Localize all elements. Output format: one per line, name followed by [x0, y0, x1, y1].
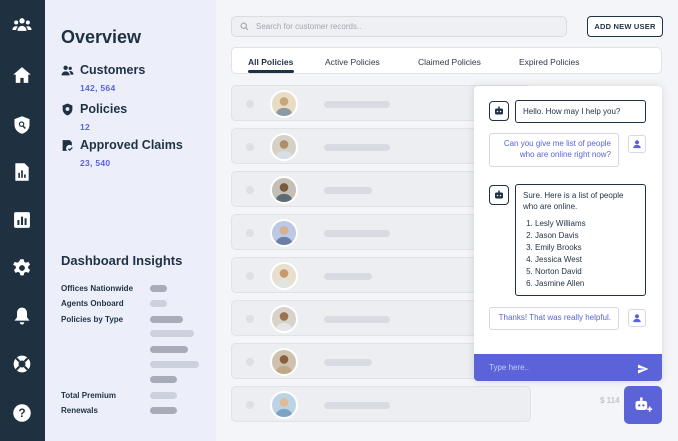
- approved-claims-value: 23, 540: [80, 158, 111, 168]
- dashboard-insights-title: Dashboard Insights: [61, 253, 183, 268]
- row-placeholder-bar: [324, 273, 372, 280]
- online-people-list: Lesly Williams Jason Davis Emily Brooks …: [523, 218, 638, 290]
- chatbot-panel: Hello. How may I help you? Can you give …: [474, 86, 662, 381]
- bot-answer-intro: Sure. Here is a list of people who are o…: [523, 191, 624, 212]
- user-question-message: Can you give me list of people who are o…: [489, 133, 619, 167]
- avatar: [270, 219, 298, 247]
- policy-type-bar-3: [150, 346, 188, 353]
- agents-placeholder-bar: [150, 300, 167, 307]
- policy-type-bar-1: [150, 316, 183, 323]
- tab-active-policies[interactable]: Active Policies: [325, 57, 380, 67]
- customers-stat: Customers 142, 564: [61, 63, 145, 93]
- row-status-dot: [246, 100, 254, 108]
- send-icon[interactable]: [637, 362, 649, 374]
- agents-onboard-label: Agents Onboard: [61, 299, 124, 308]
- chatbot-icon: [489, 185, 509, 205]
- list-item: Jason Davis: [535, 230, 638, 242]
- chatbot-launcher-button[interactable]: [624, 386, 662, 424]
- chatbot-add-icon: [635, 397, 653, 412]
- table-row[interactable]: [231, 386, 531, 422]
- customers-label: Customers: [80, 63, 146, 77]
- avatar: [270, 90, 298, 118]
- row-placeholder-bar: [324, 187, 372, 194]
- row-placeholder-bar: [324, 316, 390, 323]
- renewals-bar: [150, 407, 177, 414]
- help-icon[interactable]: ?: [11, 402, 33, 424]
- document-chart-icon[interactable]: [11, 161, 33, 183]
- chatbot-icon: [489, 101, 509, 121]
- list-item: Norton David: [535, 266, 638, 278]
- policy-type-bar-2: [150, 330, 194, 337]
- users-group-icon[interactable]: [11, 14, 33, 36]
- row-status-dot: [246, 315, 254, 323]
- approved-claims-stat: Approved Claims 23, 540: [61, 138, 183, 168]
- avatar: [270, 391, 298, 419]
- shield-icon: [62, 103, 73, 115]
- avatar: [270, 133, 298, 161]
- offices-placeholder-bar: [150, 285, 167, 292]
- user-thanks-message: Thanks! That was really helpful.: [489, 307, 619, 330]
- approved-claims-label: Approved Claims: [80, 138, 183, 152]
- customers-icon: [61, 65, 74, 75]
- avatar: [270, 305, 298, 333]
- offices-nationwide-label: Offices Nationwide: [61, 284, 134, 293]
- policies-by-type-label: Policies by Type: [61, 315, 124, 324]
- home-icon[interactable]: [11, 64, 33, 86]
- row-status-dot: [246, 186, 254, 194]
- approved-document-icon: [62, 139, 73, 151]
- search-input[interactable]: Search for customer records..: [231, 16, 567, 37]
- row-status-dot: [246, 401, 254, 409]
- avatar: [270, 262, 298, 290]
- policy-type-bar-4: [150, 361, 199, 368]
- row-placeholder-bar: [324, 230, 390, 237]
- list-item: Emily Brooks: [535, 242, 638, 254]
- policies-value: 12: [80, 122, 91, 132]
- list-item: Lesly Williams: [535, 218, 638, 230]
- row-status-dot: [246, 229, 254, 237]
- bot-greeting-message: Hello. How may I help you?: [515, 100, 646, 124]
- side-nav-rail: ?: [0, 0, 45, 441]
- tab-all-policies[interactable]: All Policies: [248, 57, 293, 67]
- avatar: [270, 348, 298, 376]
- row-placeholder-bar: [324, 402, 390, 409]
- user-avatar-icon: [628, 309, 646, 327]
- row-status-dot: [246, 358, 254, 366]
- row-placeholder-bar: [324, 144, 390, 151]
- row-amount-partial: $ 114: [600, 396, 620, 405]
- list-item: Jessica West: [535, 254, 638, 266]
- policy-tabs: All Policies Active Policies Claimed Pol…: [231, 47, 662, 74]
- row-placeholder-bar: [324, 101, 390, 108]
- overview-title: Overview: [61, 27, 142, 47]
- user-avatar-icon: [628, 135, 646, 153]
- row-status-dot: [246, 143, 254, 151]
- svg-text:?: ?: [18, 407, 25, 420]
- policy-type-bar-5: [150, 376, 177, 383]
- renewals-label: Renewals: [61, 406, 98, 415]
- customers-value: 142, 564: [80, 83, 116, 93]
- tab-expired-policies[interactable]: Expired Policies: [519, 57, 579, 67]
- avatar: [270, 176, 298, 204]
- list-item: Jasmine Allen: [535, 278, 638, 290]
- search-placeholder: Search for customer records..: [256, 22, 362, 31]
- policies-label: Policies: [80, 102, 128, 116]
- bell-icon[interactable]: [11, 305, 33, 327]
- bot-online-list-message: Sure. Here is a list of people who are o…: [515, 184, 646, 297]
- tab-claimed-policies[interactable]: Claimed Policies: [418, 57, 481, 67]
- chat-input-placeholder: Type here..: [489, 363, 530, 372]
- search-icon: [240, 22, 249, 31]
- row-placeholder-bar: [324, 359, 372, 366]
- chat-message-input[interactable]: Type here..: [474, 354, 662, 381]
- add-new-user-button[interactable]: ADD NEW USER: [587, 16, 663, 37]
- lifebuoy-icon[interactable]: [11, 353, 33, 375]
- gear-icon[interactable]: [11, 257, 33, 279]
- active-tab-indicator: [248, 70, 294, 73]
- total-premium-bar: [150, 392, 177, 399]
- total-premium-label: Total Premium: [61, 391, 116, 400]
- overview-panel: Overview Customers 142, 564 Policies 12 …: [45, 0, 216, 441]
- row-status-dot: [246, 272, 254, 280]
- shield-search-icon[interactable]: [11, 114, 33, 136]
- policies-stat: Policies 12: [61, 102, 127, 132]
- bar-chart-icon[interactable]: [11, 209, 33, 231]
